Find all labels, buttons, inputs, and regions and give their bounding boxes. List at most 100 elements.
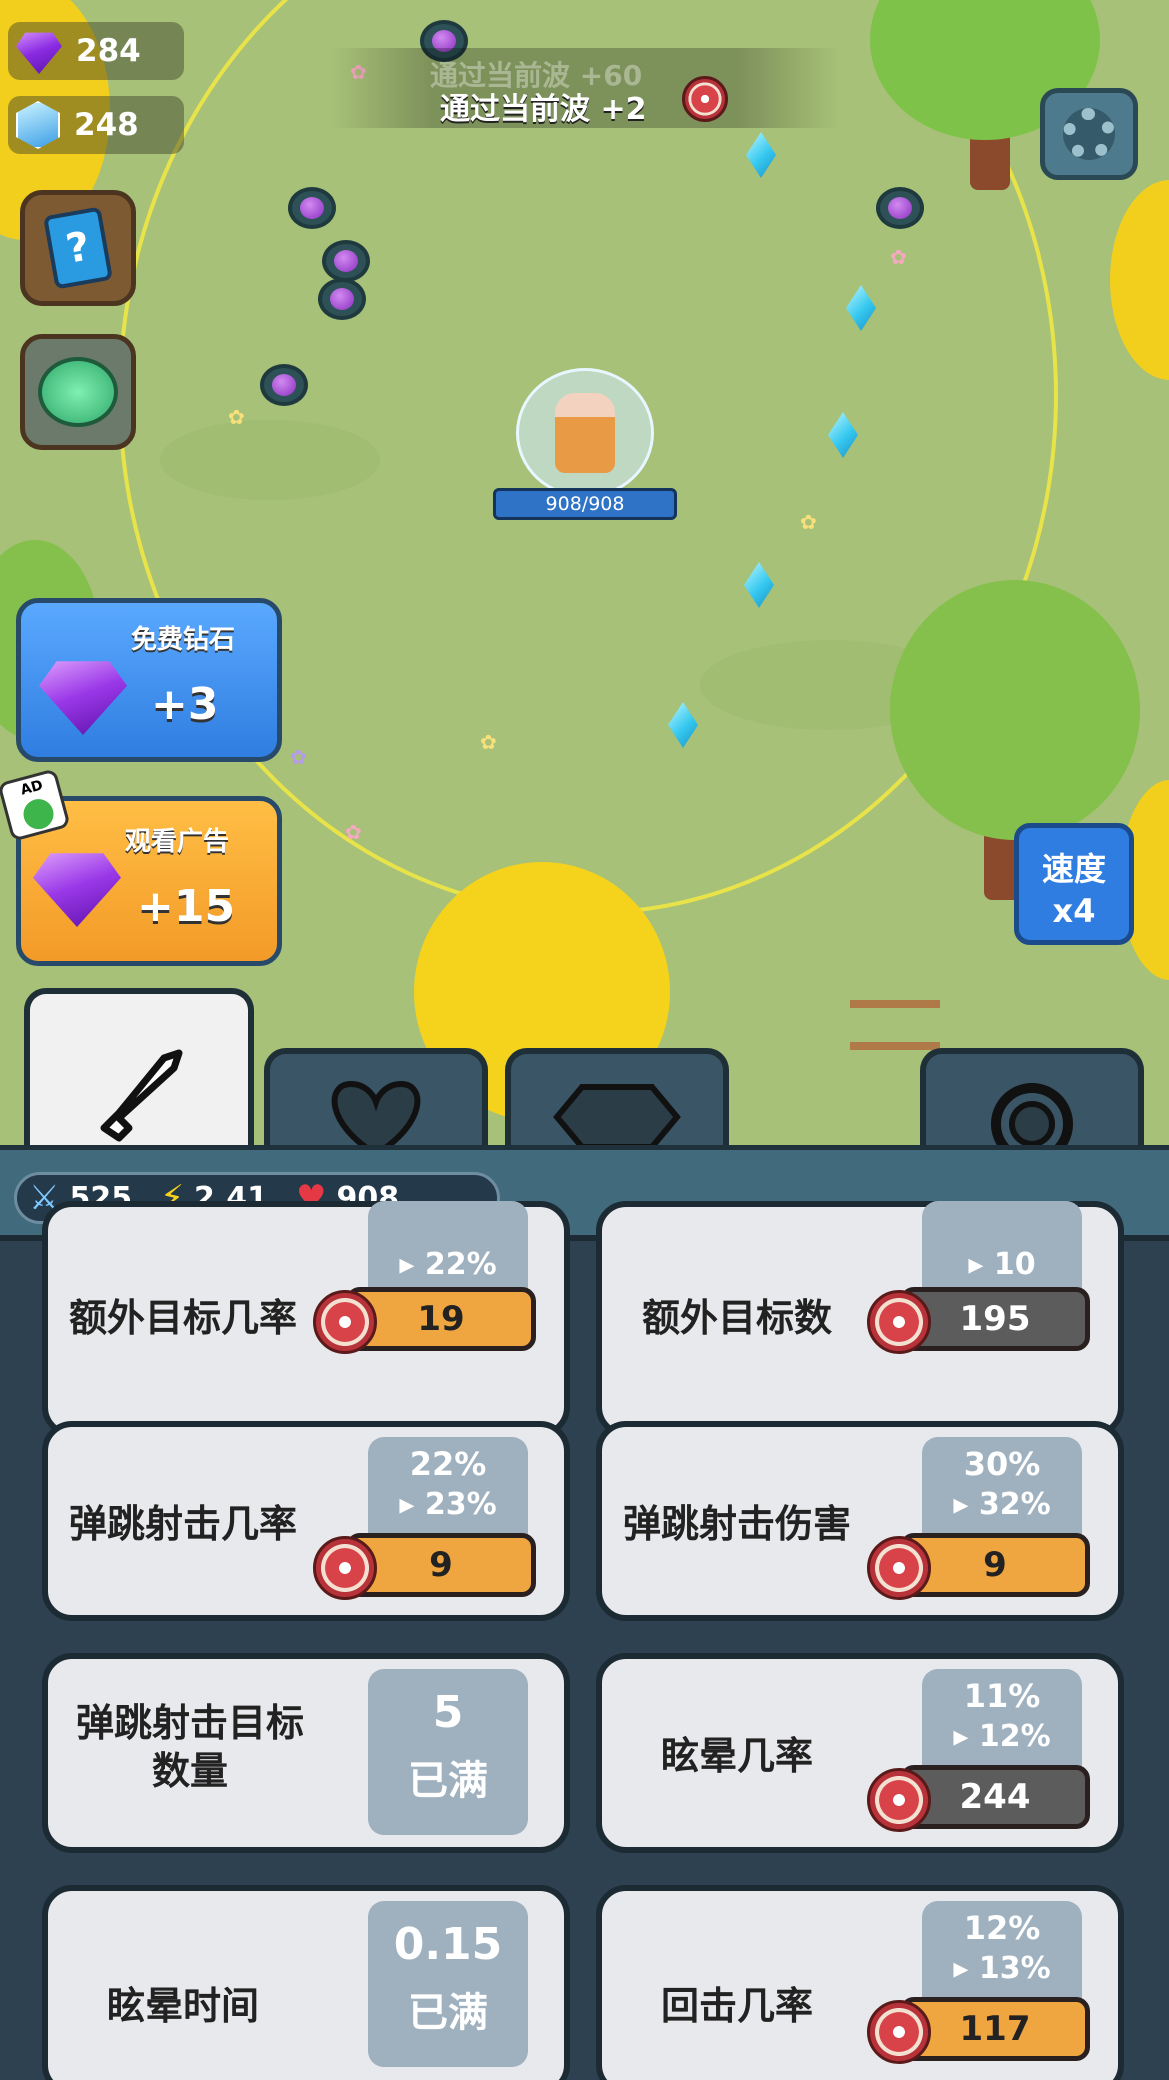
- hexagon-gem-icon: [553, 1084, 681, 1145]
- meat-icon: [867, 2000, 931, 2064]
- upgrade-name: 眩晕时间: [106, 1984, 259, 2028]
- upgrade-card: 回击几率 12% ▸ 13% 117: [596, 1885, 1124, 2080]
- tab-health[interactable]: [264, 1048, 488, 1145]
- upgrade-name: 弹跳射击目标数量: [75, 1701, 304, 1793]
- upgrade-max-label: 已满: [408, 1758, 488, 1804]
- free-gems-value: +3: [151, 679, 219, 730]
- gear-icon: [1063, 108, 1115, 160]
- wave-reward-text: 通过当前波 +2: [440, 92, 647, 127]
- upgrade-name: 回击几率: [660, 1984, 813, 2028]
- upgrade-value: 5: [432, 1687, 464, 1738]
- upgrade-value: 0.15: [393, 1919, 503, 1970]
- speed-value: x4: [1052, 892, 1096, 930]
- blue-crystal-counter: 248: [8, 96, 184, 154]
- purple-gem-icon: [39, 661, 127, 735]
- purple-gem-icon: [16, 32, 62, 74]
- meat-icon: [313, 1290, 377, 1354]
- upgrade-next-value: ▸ 22%: [399, 1247, 497, 1282]
- upgrade-next-value: ▸ 10: [968, 1247, 1036, 1282]
- upgrade-max-label: 已满: [408, 1990, 488, 2036]
- upgrade-current-value: 30%: [963, 1445, 1041, 1483]
- free-gems-button[interactable]: 免费钻石 +3: [16, 598, 282, 762]
- enemy-icon: [260, 364, 308, 406]
- meat-icon: [867, 1290, 931, 1354]
- upgrade-buy-button[interactable]: 244: [867, 1765, 1090, 1832]
- enemy-icon: [322, 240, 370, 282]
- upgrade-buy-button[interactable]: 9: [867, 1533, 1090, 1600]
- tree-icon: [890, 580, 1140, 840]
- upgrade-next-value: ▸ 23%: [399, 1487, 497, 1522]
- speed-label: 速度: [1041, 850, 1106, 888]
- tab-utility[interactable]: [505, 1048, 729, 1145]
- heart-icon: [331, 1080, 421, 1145]
- upgrade-panel: 额外目标几率 ▸ 22% 19 额外目标数 ▸ 10 195 弹跳射击几率 22…: [0, 1201, 1169, 2080]
- watch-ad-title: 观看广告: [125, 827, 230, 857]
- blue-crystal-icon: [16, 101, 60, 149]
- upgrade-next-value: ▸ 12%: [953, 1719, 1051, 1754]
- upgrade-cost: 244: [959, 1777, 1031, 1817]
- purple-gem-counter: 284: [8, 22, 184, 80]
- upgrade-cost: 9: [983, 1545, 1007, 1585]
- flower-icon: ✿: [800, 510, 817, 534]
- upgrade-next-value: ▸ 13%: [953, 1951, 1051, 1986]
- map-portal-button[interactable]: [20, 334, 136, 450]
- upgrade-buy-button[interactable]: 117: [867, 1997, 1090, 2064]
- enemy-icon: [288, 187, 336, 229]
- upgrade-cost: 195: [959, 1299, 1031, 1339]
- ad-badge-label: AD: [18, 777, 45, 799]
- play-icon: [20, 795, 57, 833]
- upgrade-current-value: 22%: [409, 1445, 487, 1483]
- portal-icon: [38, 357, 118, 427]
- hero-character: [516, 368, 654, 498]
- flower-icon: ✿: [228, 405, 245, 429]
- enemy-icon: [876, 187, 924, 229]
- upgrade-card: 眩晕几率 11% ▸ 12% 244: [596, 1653, 1124, 1853]
- battle-field: ✿ ✿ ✿ ✿ ✿ ✿ ✿ 908/908 通过当前波 +60 通过当前波 +2…: [0, 0, 1169, 1145]
- upgrade-name: 额外目标几率: [68, 1296, 297, 1340]
- upgrade-current-value: 12%: [963, 1909, 1041, 1947]
- yellow-tree-icon: [1110, 180, 1169, 380]
- upgrade-card: 弹跳射击几率 22% ▸ 23% 9: [42, 1421, 570, 1621]
- settings-button[interactable]: [1040, 88, 1138, 180]
- wave-reward-banner: 通过当前波 +60 通过当前波 +2: [330, 48, 840, 128]
- meat-icon: [313, 1536, 377, 1600]
- upgrade-name: 弹跳射击几率: [68, 1502, 297, 1546]
- upgrade-name: 弹跳射击伤害: [622, 1502, 851, 1546]
- upgrade-buy-button[interactable]: 9: [313, 1533, 536, 1600]
- tab-special[interactable]: [920, 1048, 1144, 1145]
- upgrade-name: 额外目标数: [641, 1296, 832, 1340]
- upgrade-name: 眩晕几率: [660, 1734, 813, 1778]
- flower-icon: ✿: [480, 730, 497, 754]
- upgrade-buy-button[interactable]: 195: [867, 1287, 1090, 1354]
- upgrade-card: 弹跳射击目标数量 5 已满: [42, 1653, 570, 1853]
- hero-hp-bar: 908/908: [493, 488, 677, 520]
- purple-gem-value: 284: [76, 33, 141, 69]
- flower-icon: ✿: [345, 820, 362, 844]
- card-collection-button[interactable]: ?: [20, 190, 136, 306]
- upgrade-next-value: ▸ 32%: [953, 1487, 1051, 1522]
- enemy-icon: [318, 278, 366, 320]
- fence: [850, 1000, 940, 1050]
- mystery-card-icon: ?: [43, 206, 113, 290]
- upgrade-buy-button[interactable]: 19: [313, 1287, 536, 1354]
- tab-attack[interactable]: [24, 988, 254, 1145]
- upgrade-max-box: 0.15 已满: [368, 1901, 528, 2067]
- speed-button[interactable]: 速度 x4: [1014, 823, 1134, 945]
- free-gems-title: 免费钻石: [131, 625, 236, 655]
- upgrade-current-value: 11%: [963, 1677, 1041, 1715]
- upgrade-cost: 117: [959, 2009, 1031, 2049]
- hero-sprite-icon: [555, 393, 615, 473]
- upgrade-max-box: 5 已满: [368, 1669, 528, 1835]
- upgrade-cost: 9: [429, 1545, 453, 1585]
- flower-icon: ✿: [290, 745, 307, 769]
- upgrade-card: 额外目标数 ▸ 10 195: [596, 1201, 1124, 1437]
- upgrade-card: 弹跳射击伤害 30% ▸ 32% 9: [596, 1421, 1124, 1621]
- sword-icon: [100, 1049, 183, 1142]
- ring-icon: [991, 1083, 1073, 1145]
- purple-gem-icon: [33, 853, 121, 927]
- upgrade-cost: 19: [417, 1299, 465, 1339]
- watch-ad-value: +15: [137, 881, 236, 932]
- meat-icon: [867, 1536, 931, 1600]
- flower-icon: ✿: [890, 245, 907, 269]
- meat-icon: [682, 76, 728, 122]
